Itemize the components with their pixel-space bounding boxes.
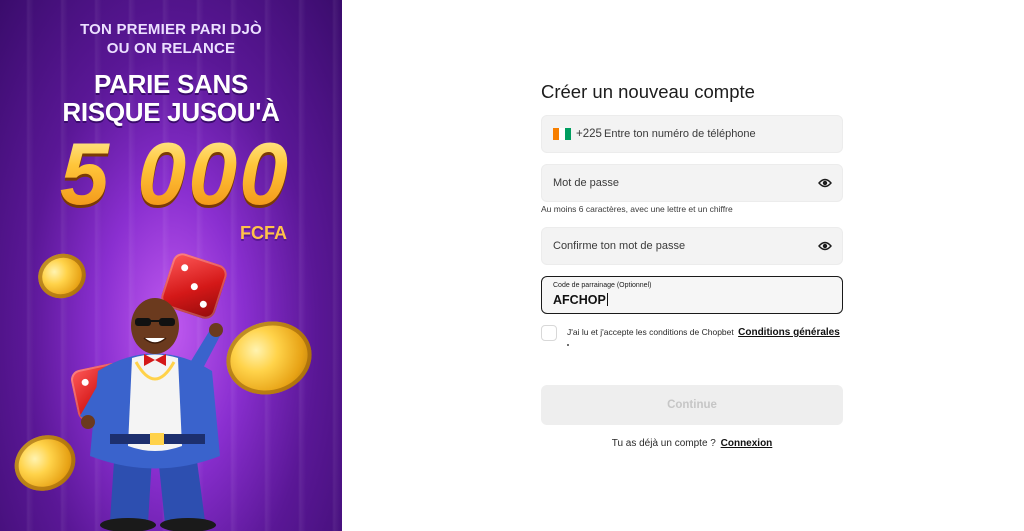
promo-headline-line2: RISQUE JUSOU'À — [62, 97, 280, 127]
eye-icon[interactable] — [818, 240, 832, 252]
login-prompt-row: Tu as déjà un compte ? Connexion — [541, 437, 843, 450]
password-placeholder: Mot de passe — [553, 177, 620, 189]
login-link[interactable]: Connexion — [721, 438, 773, 449]
promo-tagline-line1: TON PREMIER PARI DJÒ — [80, 21, 262, 38]
terms-checkbox[interactable] — [541, 325, 557, 341]
login-prompt: Tu as déjà un compte ? — [611, 438, 716, 449]
confirm-password-input[interactable]: Confirme ton mot de passe — [541, 227, 843, 265]
page-title: Créer un nouveau compte — [541, 81, 755, 102]
confirm-password-placeholder: Confirme ton mot de passe — [553, 240, 686, 252]
terms-text-wrap: J'ai lu et j'accepte les conditions de C… — [567, 326, 840, 339]
cote-d-ivoire-flag-icon — [553, 128, 571, 140]
promo-tagline-line2: OU ON RELANCE — [106, 40, 236, 57]
mascot-illustration — [80, 298, 223, 531]
promo-currency: FCFA — [240, 223, 287, 243]
phone-placeholder: Entre ton numéro de téléphone — [604, 128, 756, 140]
referral-code-value: AFCHOP — [553, 292, 608, 308]
password-input[interactable]: Mot de passe — [541, 164, 843, 202]
promo-tagline: TON PREMIER PARI DJÒ OU ON RELANCE — [0, 20, 342, 58]
promo-amount: 5 000 — [30, 128, 320, 220]
referral-code-input[interactable]: Code de parrainage (Optionnel) AFCHOP — [541, 276, 843, 314]
promo-headline: PARIE SANS RISQUE JUSOU'À — [0, 70, 342, 126]
referral-code-text: AFCHOP — [553, 293, 606, 307]
terms-text: J'ai lu et j'accepte les conditions de C… — [567, 327, 734, 337]
promo-headline-line1: PARIE SANS — [94, 69, 248, 99]
eye-icon[interactable] — [818, 177, 832, 189]
phone-input[interactable]: +225 Entre ton numéro de téléphone — [541, 115, 843, 153]
terms-dot — [567, 344, 569, 346]
terms-link[interactable]: Conditions générales — [738, 327, 840, 338]
signup-form: Créer un nouveau compte +225 Entre ton n… — [541, 80, 843, 449]
phone-country-code: +225 — [576, 128, 602, 140]
promo-banner: TON PREMIER PARI DJÒ OU ON RELANCE PARIE… — [0, 0, 342, 531]
continue-button[interactable]: Continue — [541, 385, 843, 425]
text-cursor — [606, 293, 608, 306]
referral-code-label: Code de parrainage (Optionnel) — [553, 282, 652, 289]
terms-row: J'ai lu et j'accepte les conditions de C… — [541, 324, 843, 354]
password-hint: Au moins 6 caractères, avec une lettre e… — [541, 204, 733, 214]
